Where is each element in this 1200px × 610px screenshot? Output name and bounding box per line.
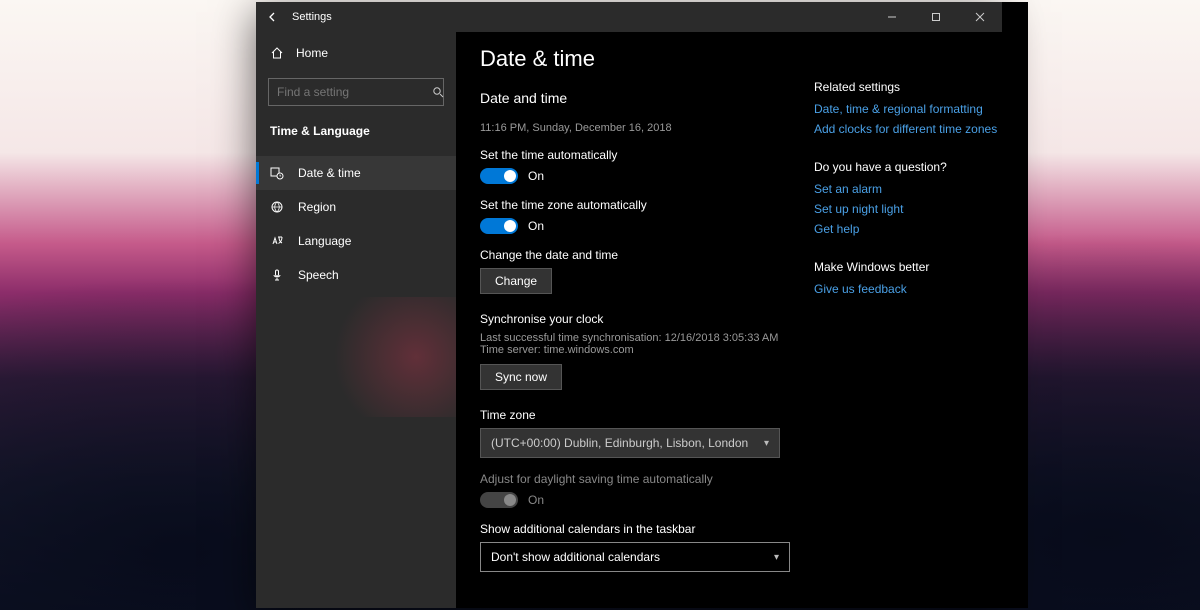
clock-calendar-icon <box>270 166 284 180</box>
additional-calendars-label: Show additional calendars in the taskbar <box>480 522 800 536</box>
timezone-dropdown[interactable]: (UTC+00:00) Dublin, Edinburgh, Lisbon, L… <box>480 428 780 458</box>
link-night-light[interactable]: Set up night light <box>814 202 1004 216</box>
page-title: Date & time <box>480 46 800 72</box>
link-set-alarm[interactable]: Set an alarm <box>814 182 1004 196</box>
related-settings-header: Related settings <box>814 80 1004 94</box>
sync-last-text: Last successful time synchronisation: 12… <box>480 332 800 344</box>
window-title: Settings <box>292 11 332 23</box>
maximize-button[interactable] <box>914 2 958 32</box>
home-icon <box>270 46 284 60</box>
sidebar-item-label: Language <box>298 234 351 248</box>
question-header: Do you have a question? <box>814 160 1004 174</box>
chevron-down-icon: ▾ <box>764 438 769 449</box>
microphone-icon <box>270 268 284 282</box>
auto-time-state: On <box>528 169 544 183</box>
additional-calendars-dropdown[interactable]: Don't show additional calendars ▾ <box>480 542 790 572</box>
content-area: Date & time Date and time 11:16 PM, Sund… <box>456 2 1028 608</box>
current-datetime: 11:16 PM, Sunday, December 16, 2018 <box>480 122 800 134</box>
dst-label: Adjust for daylight saving time automati… <box>480 472 800 486</box>
search-input[interactable] <box>277 85 432 99</box>
search-box[interactable] <box>268 78 444 106</box>
sidebar: Home Time & Language Date & time Region <box>256 2 456 608</box>
timezone-value: (UTC+00:00) Dublin, Edinburgh, Lisbon, L… <box>491 436 748 450</box>
sync-server-text: Time server: time.windows.com <box>480 344 800 356</box>
search-icon <box>432 86 444 98</box>
sidebar-section-header: Time & Language <box>256 118 456 148</box>
home-label: Home <box>296 46 328 60</box>
sidebar-item-date-time[interactable]: Date & time <box>256 156 456 190</box>
link-add-clocks[interactable]: Add clocks for different time zones <box>814 122 1004 136</box>
sync-clock-header: Synchronise your clock <box>480 312 800 326</box>
home-nav[interactable]: Home <box>256 38 456 68</box>
additional-calendars-value: Don't show additional calendars <box>491 550 660 564</box>
dst-state: On <box>528 493 544 507</box>
change-button[interactable]: Change <box>480 268 552 294</box>
auto-time-label: Set the time automatically <box>480 148 800 162</box>
globe-icon <box>270 200 284 214</box>
dst-toggle <box>480 492 518 508</box>
auto-tz-toggle[interactable] <box>480 218 518 234</box>
link-give-feedback[interactable]: Give us feedback <box>814 282 1004 296</box>
section-date-time-header: Date and time <box>480 90 800 106</box>
minimize-icon <box>887 12 897 22</box>
auto-time-toggle[interactable] <box>480 168 518 184</box>
link-date-time-regional[interactable]: Date, time & regional formatting <box>814 102 1004 116</box>
language-icon <box>270 234 284 248</box>
settings-window: Settings Home Time & Langu <box>256 2 1002 608</box>
feedback-header: Make Windows better <box>814 260 1004 274</box>
sidebar-item-region[interactable]: Region <box>256 190 456 224</box>
sidebar-item-label: Date & time <box>298 166 361 180</box>
close-button[interactable] <box>958 2 1002 32</box>
minimize-button[interactable] <box>870 2 914 32</box>
titlebar: Settings <box>256 2 1002 32</box>
sidebar-item-label: Speech <box>298 268 339 282</box>
auto-tz-label: Set the time zone automatically <box>480 198 800 212</box>
maximize-icon <box>931 12 941 22</box>
auto-tz-state: On <box>528 219 544 233</box>
change-datetime-label: Change the date and time <box>480 248 800 262</box>
link-get-help[interactable]: Get help <box>814 222 1004 236</box>
arrow-left-icon <box>267 11 279 23</box>
sidebar-item-speech[interactable]: Speech <box>256 258 456 292</box>
chevron-down-icon: ▾ <box>774 552 779 563</box>
sidebar-item-language[interactable]: Language <box>256 224 456 258</box>
back-button[interactable] <box>256 2 290 32</box>
sidebar-item-label: Region <box>298 200 336 214</box>
sync-now-button[interactable]: Sync now <box>480 364 562 390</box>
timezone-label: Time zone <box>480 408 800 422</box>
close-icon <box>975 12 985 22</box>
